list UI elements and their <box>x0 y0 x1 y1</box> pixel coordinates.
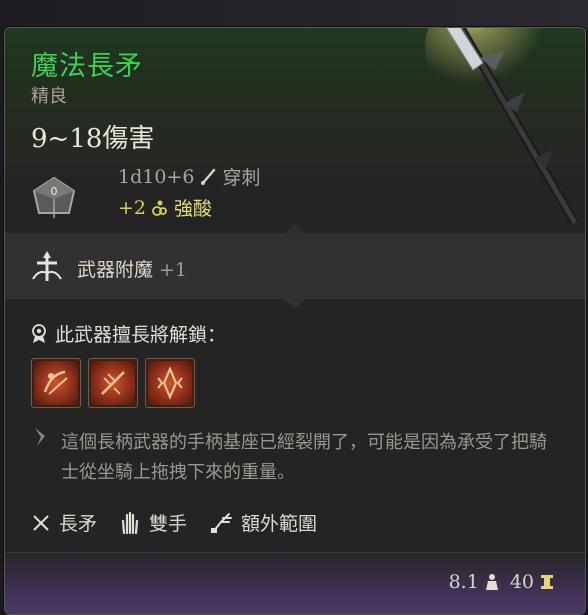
dice-roll: 1d10+6 <box>118 165 195 188</box>
enchantment-value: +1 <box>159 259 188 281</box>
tag-spear: 長矛 <box>31 509 97 536</box>
quill-icon <box>35 428 45 446</box>
item-name: 魔法長矛 <box>31 51 143 82</box>
weapon-enchantment-icon <box>32 251 62 281</box>
piercing-icon <box>201 168 216 185</box>
svg-text:0: 0 <box>51 185 58 198</box>
gold-coin-icon <box>541 575 553 589</box>
enchantment-text: 武器附魔 +1 <box>77 255 187 282</box>
two-hands-icon <box>121 511 139 534</box>
footer-stats: 8.1 40 <box>449 571 555 593</box>
price-value: 40 <box>509 571 534 593</box>
pommel-strike-action-icon <box>157 366 183 400</box>
weight-value: 8.1 <box>448 571 479 593</box>
tag-label: 長矛 <box>59 513 98 535</box>
weight-stat: 8.1 <box>449 571 500 593</box>
damage-range: 9~18傷害 <box>31 124 155 154</box>
item-tooltip: 魔法長矛 精良 9~18傷害 0 1d10+6 穿刺 +2 強酸 武器附魔 +1… <box>4 27 586 615</box>
item-rarity: 精良 <box>31 86 67 107</box>
spear-tag-icon <box>33 514 49 531</box>
hamstring-action-icon <box>43 370 68 395</box>
acid-icon <box>152 200 167 216</box>
enchantment-label: 武器附魔 <box>77 259 154 281</box>
reach-icon <box>211 512 233 533</box>
tooltip-screen: 魔法長矛 精良 9~18傷害 0 1d10+6 穿刺 +2 強酸 武器附魔 +1… <box>0 0 588 615</box>
unlock-heading: 此武器擅長將解鎖： <box>31 320 226 347</box>
bonus-amount: +2 <box>118 196 147 219</box>
action-slot-2[interactable] <box>88 358 138 408</box>
tag-label: 雙手 <box>149 513 188 535</box>
damage-type: 穿刺 <box>222 167 261 189</box>
tag-two-handed: 雙手 <box>119 509 187 536</box>
d10-die-icon: 0 <box>29 173 79 223</box>
action-slot-1[interactable] <box>31 358 81 408</box>
unlock-actions <box>31 358 195 408</box>
lacerate-action-icon <box>101 371 125 395</box>
proficiency-icon <box>32 323 46 343</box>
weight-icon <box>485 574 498 590</box>
tag-label: 額外範圍 <box>241 513 318 535</box>
bonus-damage-line: +2 強酸 <box>118 194 212 221</box>
background <box>0 0 588 30</box>
tooltip-footer: 8.1 40 <box>5 552 585 614</box>
item-description: 這個長柄武器的手柄基座已經裂開了，可能是因為承受了把騎士從坐騎上拖拽下來的重量。 <box>61 432 547 483</box>
action-slot-3[interactable] <box>145 358 195 408</box>
unlock-text: 此武器擅長將解鎖： <box>55 324 227 346</box>
weapon-properties: 長矛 雙手 額外範圍 <box>31 509 339 536</box>
tag-reach: 額外範圍 <box>209 509 317 536</box>
damage-dice-line: 1d10+6 穿刺 <box>118 163 260 190</box>
price-stat: 40 <box>510 571 555 593</box>
bonus-type: 強酸 <box>174 198 213 220</box>
